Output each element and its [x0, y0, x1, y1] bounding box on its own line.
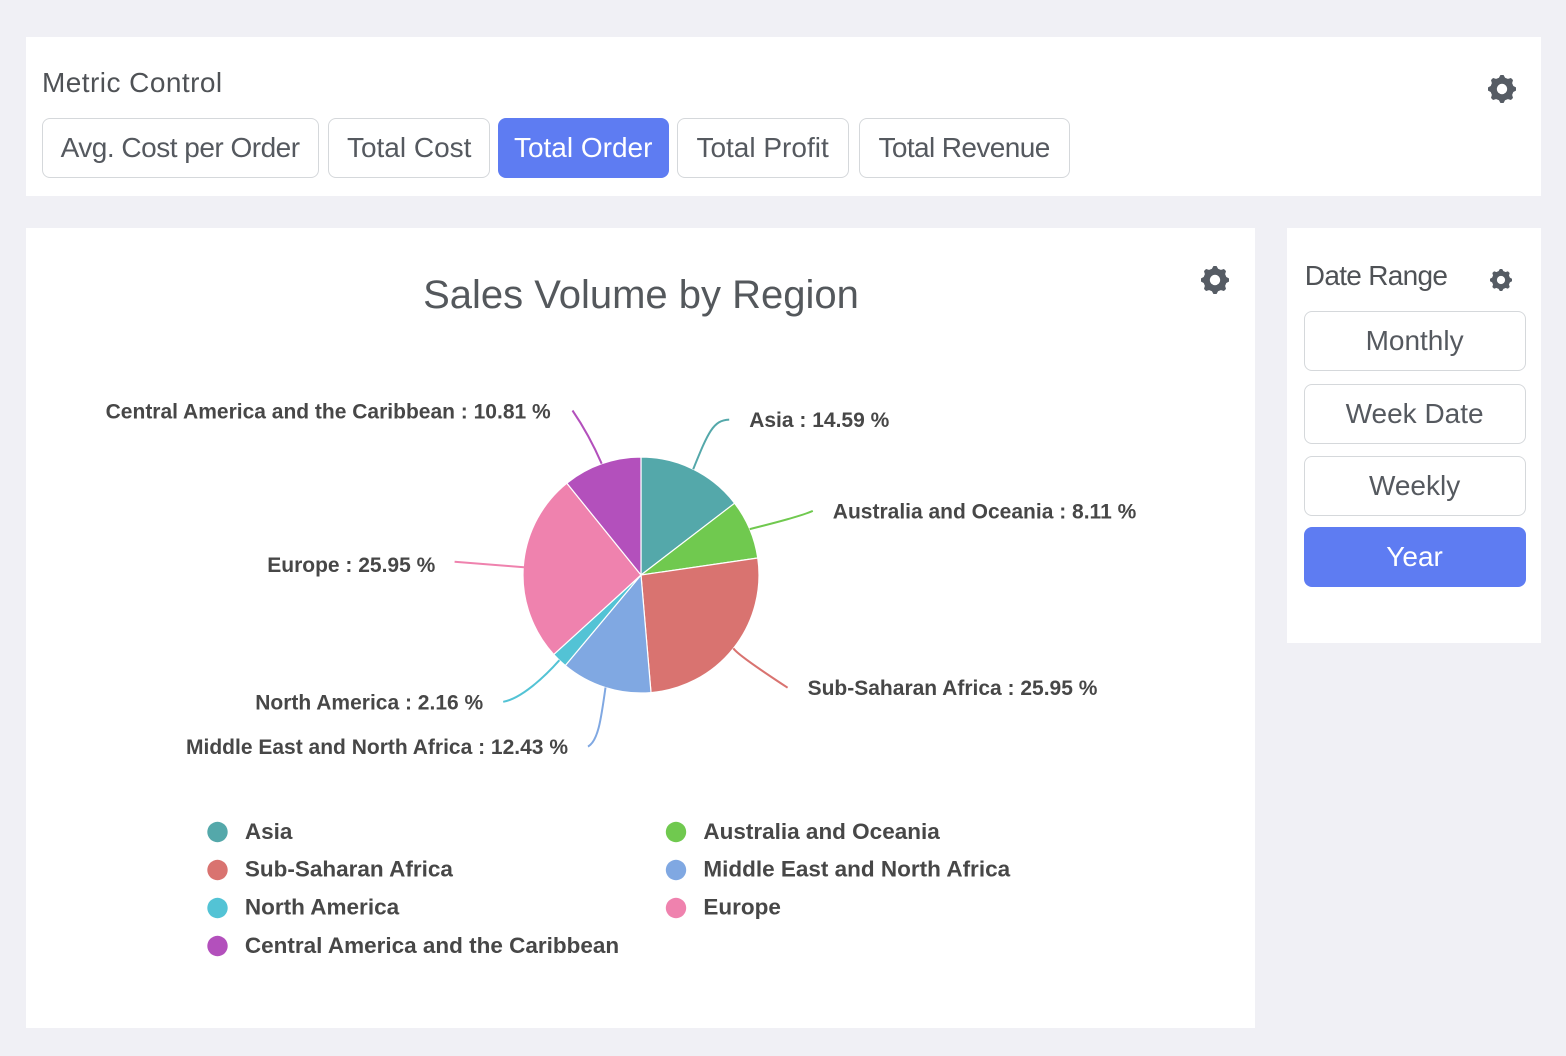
svg-text:Europe: Europe	[703, 895, 781, 920]
svg-text:Asia: Asia	[245, 819, 293, 844]
svg-text:Sub-Saharan Africa: Sub-Saharan Africa	[245, 857, 453, 882]
svg-text:Middle East and North Africa: Middle East and North Africa	[703, 857, 1010, 882]
svg-text:Central America and the Caribb: Central America and the Caribbean : 10.8…	[106, 401, 551, 424]
svg-text:Sub-Saharan Africa : 25.95 %: Sub-Saharan Africa : 25.95 %	[808, 677, 1098, 700]
svg-text:Australia and Oceania: Australia and Oceania	[703, 819, 940, 844]
svg-text:Europe : 25.95 %: Europe : 25.95 %	[267, 554, 435, 577]
svg-text:Middle East and North Africa :: Middle East and North Africa : 12.43 %	[186, 736, 568, 759]
svg-text:Australia and Oceania : 8.11 %: Australia and Oceania : 8.11 %	[833, 500, 1137, 523]
svg-text:North America: North America	[245, 895, 400, 920]
svg-text:North America : 2.16 %: North America : 2.16 %	[255, 691, 483, 714]
svg-text:Sales Volume by Region: Sales Volume by Region	[423, 273, 859, 317]
svg-text:Central America and the Caribb: Central America and the Caribbean	[245, 933, 619, 958]
svg-text:Asia : 14.59 %: Asia : 14.59 %	[749, 409, 889, 432]
